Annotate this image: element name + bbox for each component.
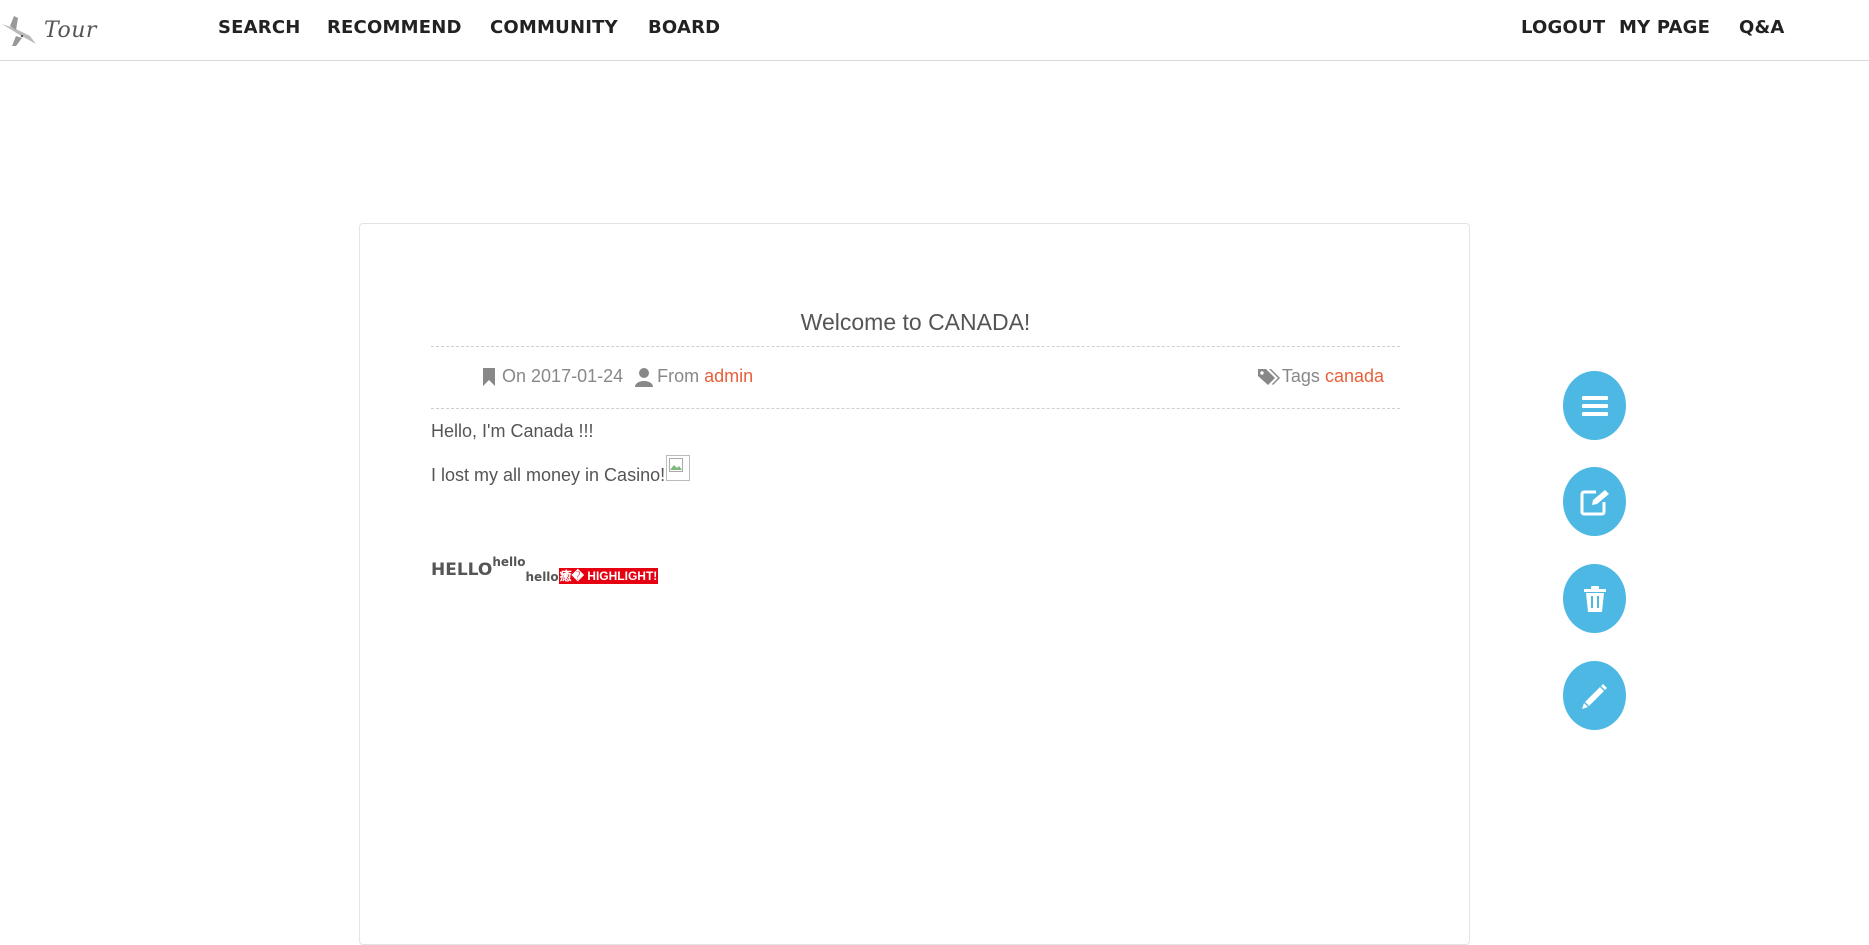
- top-navbar: Tour SEARCH RECOMMEND COMMUNITY BOARD LO…: [0, 0, 1869, 61]
- paragraph-greeting: Hello, I'm Canada !!!: [431, 421, 594, 441]
- hello-superscript: hello: [492, 555, 526, 569]
- nav-qna[interactable]: Q&A: [1739, 17, 1785, 38]
- nav-community[interactable]: COMMUNITY: [490, 17, 618, 38]
- nav-board[interactable]: BOARD: [648, 17, 720, 38]
- tags-prefix: Tags: [1281, 366, 1320, 386]
- date-prefix: On: [502, 366, 527, 386]
- delete-button[interactable]: [1563, 564, 1626, 633]
- post-title: Welcome to CANADA!: [431, 306, 1400, 347]
- paragraph-casino: I lost my all money in Casino!: [431, 455, 691, 486]
- bookmark-icon: [483, 367, 495, 386]
- broken-image-icon: [666, 455, 691, 481]
- tag-link[interactable]: canada: [1325, 366, 1384, 387]
- trash-icon: [1583, 585, 1606, 612]
- post-date: 2017-01-24: [531, 366, 624, 386]
- post-meta-left: On 2017-01-24 From admin: [482, 366, 753, 387]
- post-meta: On 2017-01-24 From admin Tags canada: [431, 346, 1400, 409]
- paragraph-casino-text: I lost my all money in Casino!: [431, 465, 666, 485]
- post-author-link[interactable]: admin: [704, 366, 753, 387]
- pencil-icon: [1581, 683, 1607, 709]
- edit-square-icon: [1580, 489, 1609, 515]
- paragraph-formatted: HELLOhellohello癒� HIGHLIGHT!: [431, 555, 659, 584]
- tags-icon: [1257, 368, 1280, 385]
- post-card: Welcome to CANADA! On 2017-01-24 From ad…: [359, 223, 1470, 945]
- logo-text: Tour: [44, 17, 97, 43]
- nav-recommend[interactable]: RECOMMEND: [327, 17, 462, 38]
- user-icon: [635, 367, 654, 387]
- hello-bold-text: HELLO: [431, 560, 493, 580]
- nav-my-page[interactable]: MY PAGE: [1619, 17, 1710, 38]
- hello-subscript: hello: [525, 570, 559, 584]
- nav-logout[interactable]: LOGOUT: [1521, 17, 1605, 38]
- highlight-text: 癒� HIGHLIGHT!: [558, 568, 659, 584]
- list-icon: [1581, 395, 1608, 416]
- airplane-logo-icon: [2, 16, 36, 46]
- author-prefix: From: [657, 366, 700, 386]
- site-logo[interactable]: Tour: [0, 8, 97, 52]
- post-meta-right: Tags canada: [1257, 366, 1384, 387]
- nav-search[interactable]: SEARCH: [218, 17, 301, 38]
- edit-square-button[interactable]: [1563, 467, 1626, 536]
- write-button[interactable]: [1563, 661, 1626, 730]
- list-button[interactable]: [1563, 371, 1626, 440]
